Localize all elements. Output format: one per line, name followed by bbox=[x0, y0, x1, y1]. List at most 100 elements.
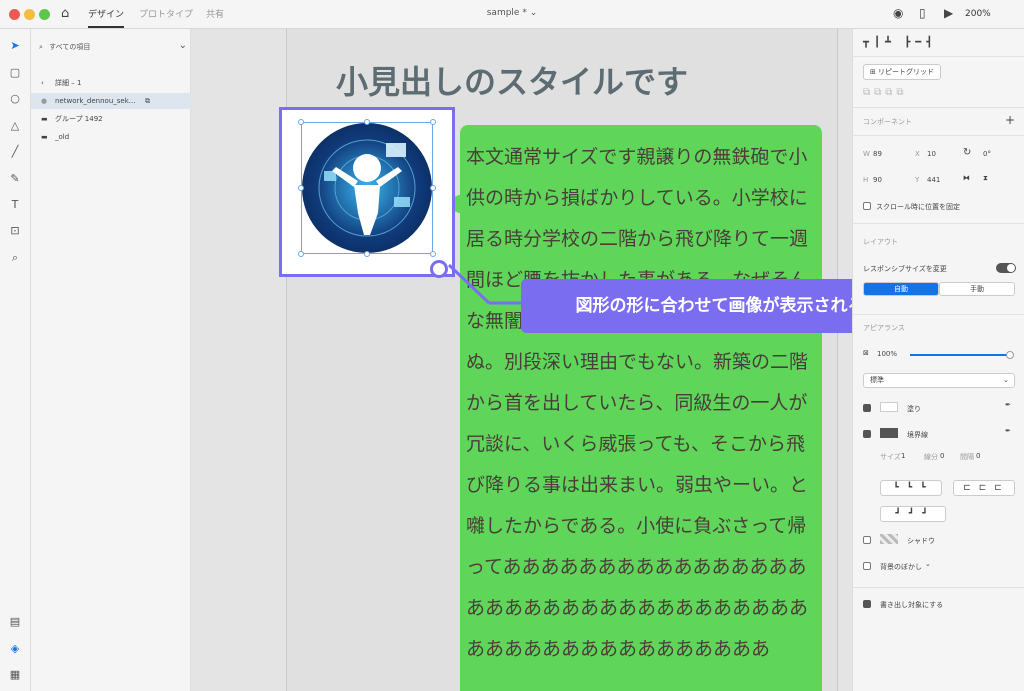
external-link-icon[interactable]: ⧉ bbox=[145, 93, 150, 109]
resize-handle[interactable] bbox=[298, 119, 304, 125]
chevron-down-icon[interactable]: ⌄ bbox=[179, 40, 187, 51]
layers-icon[interactable]: ◈ bbox=[8, 642, 22, 656]
stroke-position-buttons[interactable]: ⊏⊏⊏ bbox=[953, 480, 1015, 496]
x-label: X bbox=[915, 150, 920, 158]
device-preview-icon[interactable]: ▯ bbox=[919, 6, 926, 20]
chevron-down-icon[interactable]: ⌄ bbox=[925, 560, 931, 568]
resize-handle[interactable] bbox=[364, 251, 370, 257]
select-tool-icon[interactable]: ➤ bbox=[8, 39, 22, 53]
chevron-down-icon: ⌄ bbox=[529, 8, 538, 18]
polygon-tool-icon[interactable]: △ bbox=[8, 119, 22, 133]
fill-checkbox[interactable] bbox=[863, 404, 871, 412]
border-swatch[interactable] bbox=[880, 428, 898, 438]
grid-icon: ⊞ bbox=[869, 68, 876, 76]
opacity-value[interactable]: 100% bbox=[877, 350, 897, 358]
bg-blur-checkbox[interactable] bbox=[863, 562, 871, 570]
resize-handle[interactable] bbox=[430, 251, 436, 257]
bg-blur-label[interactable]: 背景のぼかし bbox=[880, 562, 922, 572]
title-bar: ⌂ デザイン プロトタイプ 共有 sample * ⌄ ◉ ▯ ▶ 200% bbox=[0, 0, 1024, 29]
align-icons[interactable]: ┳┃┻ ┣━┫ bbox=[863, 37, 937, 48]
add-component-icon[interactable]: + bbox=[1005, 113, 1015, 127]
body-text[interactable]: 本文通常サイズです親譲りの無鉄砲で小供の時から損ばかりしている。小学校に居る時分… bbox=[466, 137, 818, 670]
layer-item-image[interactable]: ● network_dennou_sek... ⧉ bbox=[31, 93, 191, 109]
shadow-checkbox[interactable] bbox=[863, 536, 871, 544]
export-checkbox[interactable] bbox=[863, 600, 871, 608]
document-title[interactable]: sample * ⌄ bbox=[0, 8, 1024, 18]
chevron-left-icon: ‹ bbox=[41, 79, 44, 87]
eyedropper-icon[interactable]: ✒ bbox=[1005, 427, 1011, 435]
ellipse-tool-icon[interactable]: ○ bbox=[8, 92, 22, 106]
zoom-level[interactable]: 200% bbox=[965, 9, 991, 19]
dash-field[interactable]: 0 bbox=[940, 452, 944, 460]
tool-bar: ➤ ▢ ○ △ ╱ ✎ T ⊡ ⌕ ▤ ◈ ▦ bbox=[0, 29, 31, 691]
fill-swatch[interactable] bbox=[880, 402, 898, 412]
height-field[interactable]: 90 bbox=[873, 176, 882, 184]
y-field[interactable]: 441 bbox=[927, 176, 940, 184]
opacity-icon: ⊠ bbox=[863, 349, 869, 357]
x-field[interactable]: 10 bbox=[927, 150, 936, 158]
image-frame[interactable] bbox=[279, 107, 455, 278]
layout-section-label: レイアウト bbox=[863, 238, 898, 246]
speech-bubble[interactable]: 本文通常サイズです親譲りの無鉄砲で小供の時から損ばかりしている。小学校に居る時分… bbox=[460, 125, 822, 691]
border-label: 境界線 bbox=[907, 431, 928, 439]
width-label: W bbox=[863, 150, 870, 158]
auto-button[interactable]: 自動 bbox=[863, 282, 939, 296]
gap-label: 間隔 bbox=[960, 453, 974, 461]
dash-label: 線分 bbox=[924, 453, 938, 461]
gap-field[interactable]: 0 bbox=[976, 452, 980, 460]
divider bbox=[853, 56, 1024, 57]
ellipse-layer-icon: ● bbox=[41, 97, 48, 105]
resize-handle[interactable] bbox=[430, 119, 436, 125]
canvas[interactable]: 小見出しのスタイルです 本文通常サイズです親譲りの無鉄砲で小供の時から損ばかりし… bbox=[191, 29, 919, 691]
fix-scroll-label: スクロール時に位置を固定 bbox=[876, 203, 960, 211]
responsive-label: レスポンシブサイズを変更 bbox=[863, 265, 947, 273]
stroke-cap-buttons[interactable]: ┗┗┗ bbox=[880, 480, 942, 496]
chevron-down-icon: ⌄ bbox=[1003, 376, 1009, 384]
callout-line bbox=[447, 263, 523, 305]
plugins-icon[interactable]: ▦ bbox=[8, 668, 22, 682]
boolean-ops-icons[interactable]: ⧉⧉⧉⧉ bbox=[863, 87, 908, 98]
stroke-join-buttons[interactable]: ┛┛┛ bbox=[880, 506, 946, 522]
shadow-label: シャドウ bbox=[907, 537, 935, 545]
search-icon: ⌕ bbox=[39, 43, 43, 51]
size-label: サイズ bbox=[880, 453, 901, 461]
text-tool-icon[interactable]: T bbox=[8, 198, 22, 212]
fill-label: 塗り bbox=[907, 405, 921, 413]
shadow-swatch[interactable] bbox=[880, 534, 898, 544]
responsive-toggle[interactable] bbox=[996, 263, 1016, 273]
assets-icon[interactable]: ▤ bbox=[8, 615, 22, 629]
rectangle-tool-icon[interactable]: ▢ bbox=[8, 66, 22, 80]
fix-scroll-checkbox[interactable] bbox=[863, 202, 871, 210]
rotation-field[interactable]: 0° bbox=[983, 150, 991, 158]
artboard-tool-icon[interactable]: ⊡ bbox=[8, 224, 22, 238]
user-icon[interactable]: ◉ bbox=[893, 6, 903, 20]
flip-horizontal-icon[interactable]: ⧓ bbox=[963, 174, 970, 182]
breadcrumb[interactable]: ‹ 詳細 – 1 bbox=[31, 75, 191, 91]
divider bbox=[853, 223, 1024, 224]
manual-button[interactable]: 手動 bbox=[939, 282, 1015, 296]
width-field[interactable]: 89 bbox=[873, 150, 882, 158]
line-tool-icon[interactable]: ╱ bbox=[8, 145, 22, 159]
height-label: H bbox=[863, 176, 869, 184]
blend-mode-select[interactable]: 標準 ⌄ bbox=[863, 373, 1015, 388]
opacity-slider[interactable] bbox=[910, 351, 1014, 359]
heading-text[interactable]: 小見出しのスタイルです bbox=[336, 57, 688, 103]
repeat-grid-button[interactable]: ⊞ リピートグリッド bbox=[863, 64, 941, 80]
selection-bounding-box bbox=[301, 122, 433, 254]
layer-item-old[interactable]: ▬ _old bbox=[31, 129, 191, 145]
eyedropper-icon[interactable]: ✒ bbox=[1005, 401, 1011, 409]
appearance-section-label: アピアランス bbox=[863, 324, 905, 332]
resize-handle[interactable] bbox=[364, 119, 370, 125]
flip-vertical-icon[interactable]: ⧗ bbox=[983, 174, 988, 183]
search-input[interactable]: ⌕ すべての項目 ⌄ bbox=[39, 40, 187, 52]
resize-handle[interactable] bbox=[298, 251, 304, 257]
zoom-tool-icon[interactable]: ⌕ bbox=[8, 251, 22, 265]
play-icon[interactable]: ▶ bbox=[944, 6, 953, 20]
size-field[interactable]: 1 bbox=[901, 452, 905, 460]
pen-tool-icon[interactable]: ✎ bbox=[8, 172, 22, 186]
divider bbox=[853, 107, 1024, 108]
resize-handle[interactable] bbox=[298, 185, 304, 191]
layer-item-group[interactable]: ▬ グループ 1492 bbox=[31, 111, 191, 127]
resize-handle[interactable] bbox=[430, 185, 436, 191]
border-checkbox[interactable] bbox=[863, 430, 871, 438]
